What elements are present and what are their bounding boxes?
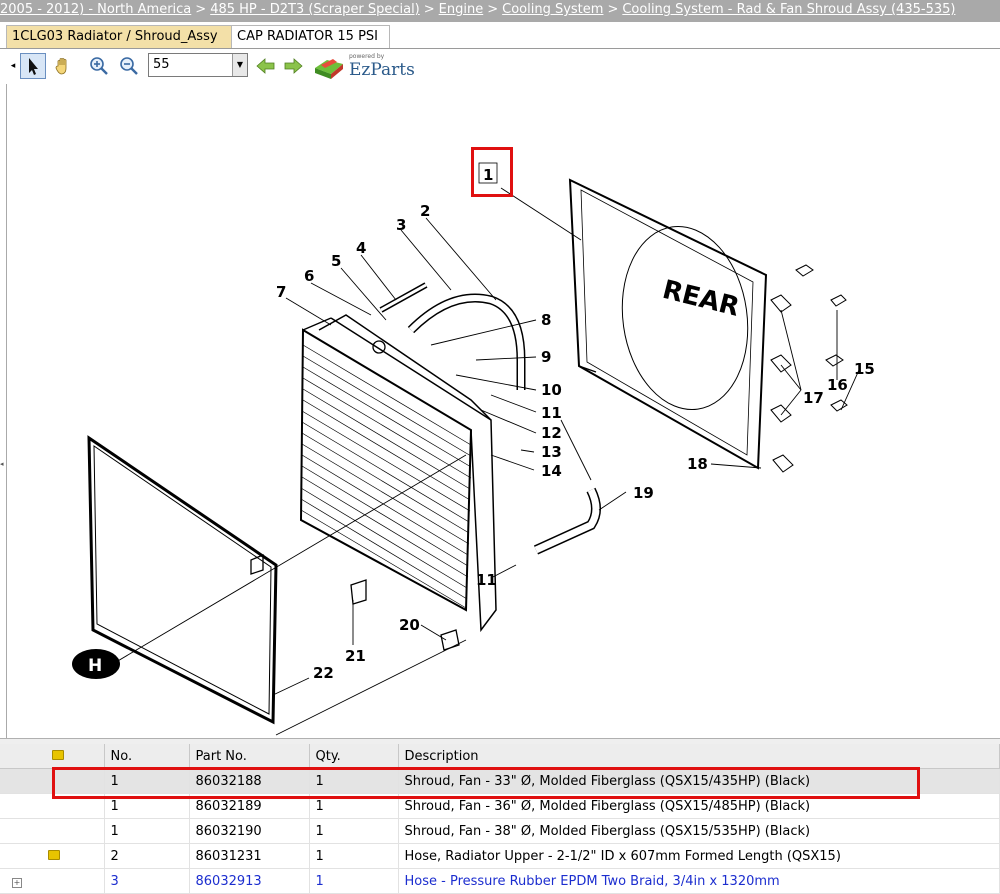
folder-icon — [52, 749, 64, 760]
callout-4[interactable]: 4 — [356, 239, 366, 257]
callout-17[interactable]: 17 — [803, 389, 824, 407]
callout-1-highlight — [471, 147, 513, 197]
row-no: 2 — [104, 843, 190, 869]
fan-shroud — [568, 178, 768, 470]
callout-14[interactable]: 14 — [541, 462, 562, 480]
front-screen — [87, 435, 278, 725]
callout-20[interactable]: 20 — [399, 616, 420, 634]
logo-name: EzParts — [349, 60, 415, 80]
toolbar: ◂ 55 ▼ powered by EzParts — [8, 50, 1000, 84]
callout-6[interactable]: 6 — [304, 267, 314, 285]
row-qty: 1 — [309, 818, 399, 844]
callout-7[interactable]: 7 — [276, 283, 286, 301]
ezparts-logo-icon — [315, 59, 343, 79]
callout-18[interactable]: 18 — [687, 455, 708, 473]
breadcrumb-separator: > — [195, 2, 207, 17]
callout-16[interactable]: 16 — [827, 376, 848, 394]
column-header-description[interactable]: Description — [398, 744, 1000, 769]
callout-19[interactable]: 19 — [633, 484, 654, 502]
row-part-no: 86032190 — [189, 818, 310, 844]
column-header-icon[interactable] — [0, 744, 105, 769]
scroll-left-icon[interactable]: ◂ — [8, 53, 18, 79]
callout-21[interactable]: 21 — [345, 647, 366, 665]
breadcrumb-link-1[interactable]: 2005 - 2012) - North America — [0, 2, 191, 17]
breadcrumb-separator: > — [423, 2, 435, 17]
callout-11[interactable]: 11 — [541, 404, 562, 422]
callout-9[interactable]: 9 — [541, 348, 551, 366]
logo-powered-by: powered by — [349, 53, 385, 60]
forward-arrow-icon[interactable] — [280, 53, 306, 79]
callout-12[interactable]: 12 — [541, 424, 562, 442]
callout-10[interactable]: 10 — [541, 381, 562, 399]
breadcrumb-separator: > — [487, 2, 499, 17]
table-header-row: No. Part No. Qty. Description — [0, 744, 1000, 769]
folder-icon[interactable] — [48, 849, 60, 860]
column-header-part-no[interactable]: Part No. — [189, 744, 310, 769]
column-header-qty[interactable]: Qty. — [309, 744, 399, 769]
ezparts-logo: powered by EzParts — [313, 52, 423, 82]
zoom-in-icon[interactable] — [86, 53, 112, 79]
row-no: 1 — [104, 818, 190, 844]
pan-hand-icon[interactable] — [50, 53, 76, 79]
breadcrumb-link-5[interactable]: Cooling System - Rad & Fan Shroud Assy (… — [622, 2, 955, 17]
callout-13[interactable]: 13 — [541, 443, 562, 461]
tab-radiator-shroud-assy[interactable]: 1CLG03 Radiator / Shroud_Assy — [6, 25, 236, 48]
breadcrumb-separator: > — [607, 2, 619, 17]
row-qty: 1 — [309, 843, 399, 869]
breadcrumb-link-4[interactable]: Cooling System — [502, 2, 603, 17]
row-description: Shroud, Fan - 38" Ø, Molded Fiberglass (… — [398, 818, 1000, 844]
table-row[interactable]: 1 86032190 1 Shroud, Fan - 38" Ø, Molded… — [0, 818, 1000, 844]
callout-5[interactable]: 5 — [331, 252, 341, 270]
table-row[interactable]: 2 86031231 1 Hose, Radiator Upper - 2-1/… — [0, 843, 1000, 869]
callout-11-lower[interactable]: 11 — [476, 571, 497, 589]
row-icon-cell — [0, 818, 105, 844]
row-description: Hose, Radiator Upper - 2-1/2" ID x 607mm… — [398, 843, 1000, 869]
callout-2[interactable]: 2 — [420, 202, 430, 220]
expand-plus-icon[interactable]: + — [12, 877, 22, 888]
callout-15[interactable]: 15 — [854, 360, 875, 378]
zoom-out-icon[interactable] — [116, 53, 142, 79]
tab-cap-radiator[interactable]: CAP RADIATOR 15 PSI — [231, 25, 390, 48]
callout-8[interactable]: 8 — [541, 311, 551, 329]
column-header-no[interactable]: No. — [104, 744, 190, 769]
breadcrumb-link-2[interactable]: 485 HP - D2T3 (Scraper Special) — [210, 2, 420, 17]
row-icon-cell — [0, 843, 105, 869]
back-arrow-icon[interactable] — [253, 53, 279, 79]
breadcrumb: 2005 - 2012) - North America >485 HP - D2… — [0, 0, 1000, 22]
tab-bar: 1CLG03 Radiator / Shroud_Assy CAP RADIAT… — [0, 22, 1000, 49]
select-pointer-icon[interactable] — [20, 53, 46, 79]
callout-3[interactable]: 3 — [396, 216, 406, 234]
breadcrumb-link-3[interactable]: Engine — [439, 2, 484, 17]
callout-22[interactable]: 22 — [313, 664, 334, 682]
row-part-no: 86031231 — [189, 843, 310, 869]
chevron-down-icon[interactable]: ▼ — [232, 54, 247, 76]
selected-row-highlight — [52, 767, 920, 799]
zoom-level-value: 55 — [153, 57, 170, 72]
zoom-level-select[interactable]: 55 ▼ — [148, 53, 248, 77]
h-marker-label: H — [88, 656, 102, 676]
